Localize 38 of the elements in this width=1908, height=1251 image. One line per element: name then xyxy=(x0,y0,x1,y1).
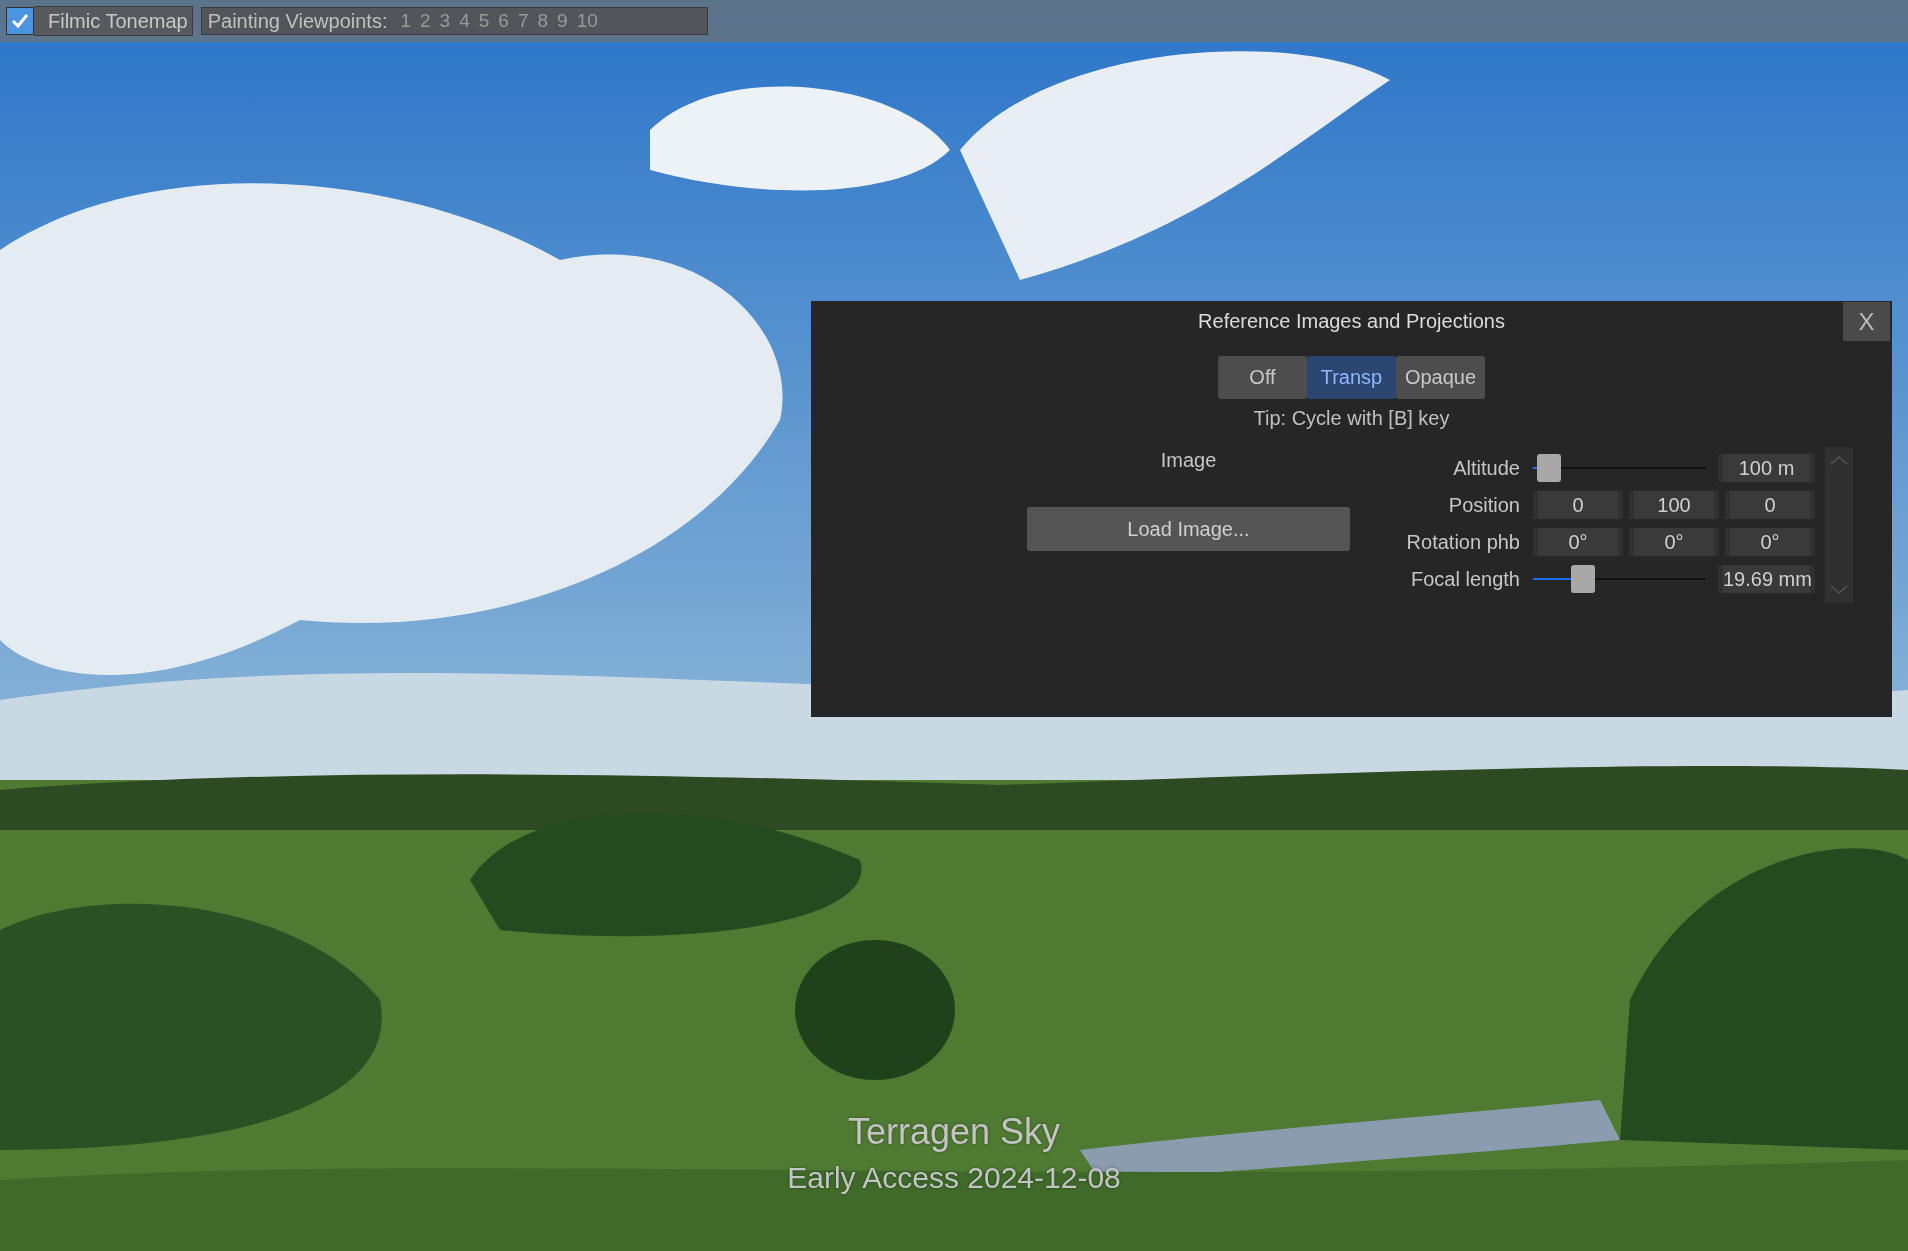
value-field[interactable]: 19.69 mm xyxy=(1718,565,1815,593)
mode-tab[interactable]: Opaque xyxy=(1396,356,1485,399)
check-icon xyxy=(10,11,30,31)
mode-tab[interactable]: Transp xyxy=(1307,356,1396,399)
viewpoint-number[interactable]: 1 xyxy=(400,10,411,32)
property-label: Rotation phb xyxy=(1405,530,1520,555)
viewpoint-number[interactable]: 6 xyxy=(498,10,509,32)
property-label: Position xyxy=(1447,493,1520,518)
section-label: Image xyxy=(1160,448,1217,472)
value-field[interactable]: 0° xyxy=(1629,528,1719,556)
value-field[interactable]: 100 m xyxy=(1718,454,1815,482)
checkbox[interactable] xyxy=(6,7,34,35)
mode-tab[interactable]: Off xyxy=(1218,356,1307,399)
viewpoint-number[interactable]: 5 xyxy=(478,10,490,32)
dialog-title: Reference Images and Projections xyxy=(1198,309,1505,333)
viewpoint-number[interactable]: 3 xyxy=(439,10,451,32)
viewpoint-number[interactable]: 2 xyxy=(420,10,431,32)
viewpoint-number[interactable]: 9 xyxy=(557,10,568,32)
value-field[interactable]: 0 xyxy=(1533,491,1623,519)
value-field[interactable]: 0° xyxy=(1533,528,1623,556)
value-field[interactable]: 0 xyxy=(1725,491,1815,519)
viewpoint-number[interactable]: 8 xyxy=(537,10,549,32)
app-title: Terragen Sky xyxy=(847,1110,1061,1154)
close-button[interactable]: X xyxy=(1843,302,1890,341)
slider-thumb[interactable] xyxy=(1536,454,1561,482)
property-label: Altitude xyxy=(1452,456,1520,481)
load-image-button[interactable]: Load Image... xyxy=(1027,507,1350,551)
viewpoints-label: Painting Viewpoints: xyxy=(207,9,388,33)
viewpoint-number[interactable]: 7 xyxy=(517,10,529,32)
value-field[interactable]: 100 xyxy=(1629,491,1719,519)
property-label: Focal length xyxy=(1410,567,1520,592)
slider-thumb[interactable] xyxy=(1571,565,1596,593)
version-text: Early Access 2024-12-08 xyxy=(787,1160,1121,1196)
viewpoint-number[interactable]: 10 xyxy=(576,10,598,32)
viewpoint-number[interactable]: 4 xyxy=(459,10,470,32)
value-field[interactable]: 0° xyxy=(1725,528,1815,556)
tip-text: Tip: Cycle with [B] key xyxy=(1252,406,1451,430)
checkbox-label[interactable]: Filmic Tonemap xyxy=(34,6,193,36)
